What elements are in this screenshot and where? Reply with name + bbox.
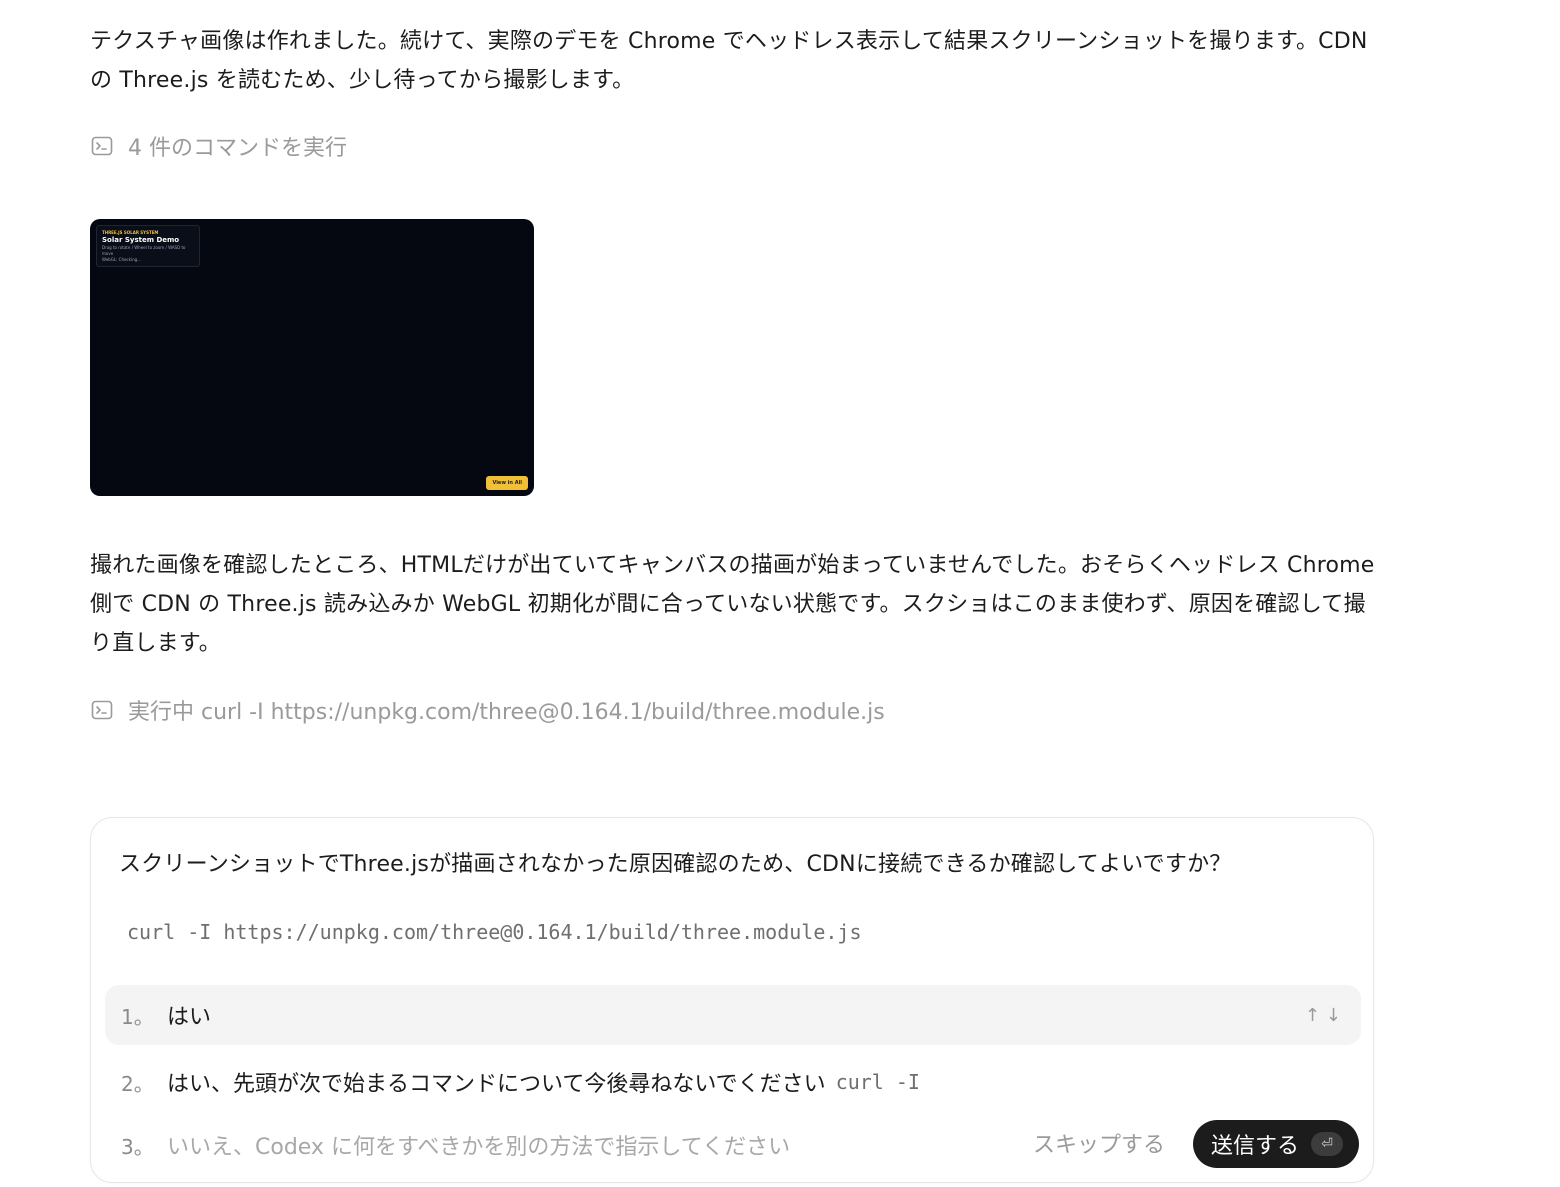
enter-key-icon: ⏎ [1311, 1132, 1343, 1156]
option-yes-dont-ask[interactable]: 2。 はい、先頭が次で始まるコマンドについて今後尋ねないでください curl -… [105, 1052, 1361, 1112]
terminal-icon [91, 700, 113, 720]
option-label: はい [167, 1005, 212, 1030]
option-number: 1。 [121, 1004, 154, 1029]
assistant-message-2: 撮れた画像を確認したところ、HTMLだけが出ていてキャンバスの描画が始まっていま… [90, 553, 1375, 656]
terminal-icon [91, 136, 113, 156]
running-command-row[interactable]: 実行中 curl -I https://unpkg.com/three@0.16… [90, 694, 885, 726]
option-number: 2。 [121, 1071, 154, 1096]
option-number: 3。 [121, 1134, 154, 1159]
option-command-prefix: curl -I [835, 1070, 920, 1094]
option-label: はい、先頭が次で始まるコマンドについて今後尋ねないでください [167, 1072, 826, 1097]
approval-card: スクリーンショットでThree.jsが描画されなかった原因確認のため、CDNに接… [90, 817, 1374, 1183]
arrow-up-down-icon: ↑↓ [1304, 1004, 1347, 1026]
running-command-label: 実行中 curl -I https://unpkg.com/three@0.16… [128, 700, 885, 725]
command-summary-label: 4 件のコマンドを実行 [128, 136, 347, 161]
demo-info-panel: THREE.JS SOLAR SYSTEM Solar System Demo … [96, 225, 200, 267]
option-yes[interactable]: 1。 はい ↑↓ [105, 985, 1361, 1045]
approval-question: スクリーンショットでThree.jsが描画されなかった原因確認のため、CDNに接… [119, 852, 1232, 877]
demo-title: Solar System Demo [102, 236, 180, 244]
approval-command: curl -I https://unpkg.com/three@0.164.1/… [127, 920, 862, 944]
skip-button[interactable]: スキップする [1033, 1127, 1165, 1159]
send-button[interactable]: 送信する ⏎ [1192, 1120, 1359, 1168]
demo-view-button: View in All [486, 476, 528, 490]
command-summary-row[interactable]: 4 件のコマンドを実行 [90, 130, 347, 162]
screenshot-thumbnail[interactable]: THREE.JS SOLAR SYSTEM Solar System Demo … [90, 219, 534, 496]
demo-subtitle: Drag to rotate / Wheel to zoom / WASD to… [102, 245, 186, 256]
send-label: 送信する [1210, 1134, 1299, 1159]
option-label: いいえ、Codex に何をすべきかを別の方法で指示してください [167, 1135, 791, 1160]
assistant-message-1: テクスチャ画像は作れました。続けて、実際のデモを Chrome でヘッドレス表示… [90, 29, 1368, 93]
demo-status: WebGL: Checking... [102, 257, 141, 262]
option-no-custom-input[interactable]: 3。 いいえ、Codex に何をすべきかを別の方法で指示してください [105, 1115, 1005, 1175]
